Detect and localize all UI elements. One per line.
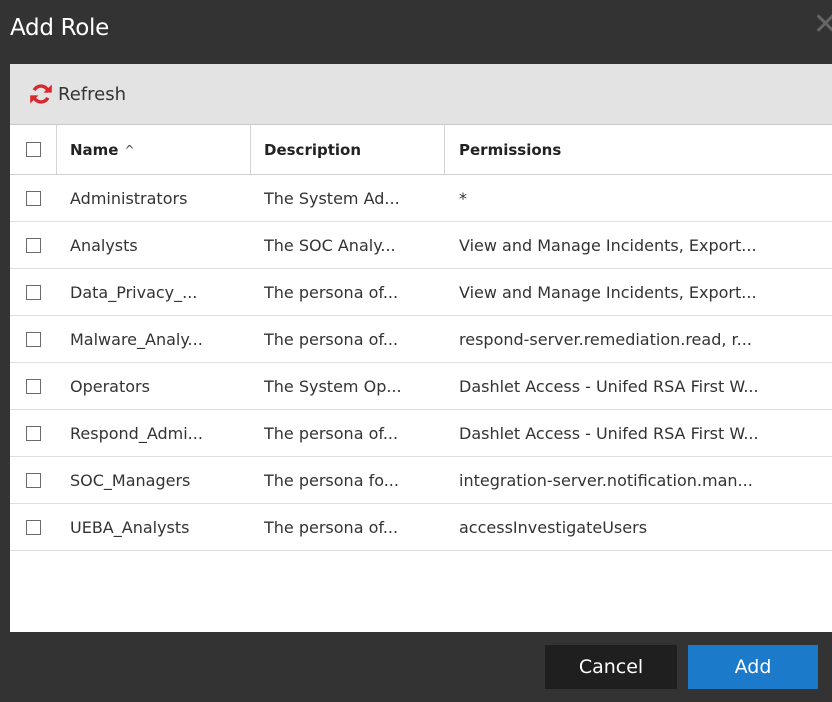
column-divider <box>56 125 57 174</box>
refresh-button[interactable]: Refresh <box>30 80 126 108</box>
row-checkbox[interactable] <box>25 190 41 206</box>
role-permissions: Dashlet Access - Unifed RSA First W... <box>459 376 759 396</box>
role-description: The persona of... <box>264 517 399 537</box>
table-row[interactable]: Administrators The System Ad... * <box>10 175 832 222</box>
column-header-name[interactable]: Name ^ <box>70 125 256 174</box>
role-name: Data_Privacy_... <box>70 282 198 302</box>
column-divider <box>250 125 251 174</box>
header-select-all <box>10 125 56 174</box>
cancel-button[interactable]: Cancel <box>545 645 677 689</box>
role-description: The System Op... <box>264 376 402 396</box>
row-select-cell <box>10 504 56 550</box>
table-row[interactable]: SOC_Managers The persona fo... integrati… <box>10 457 832 504</box>
row-checkbox[interactable] <box>25 331 41 347</box>
role-description: The persona of... <box>264 329 399 349</box>
role-description: The persona of... <box>264 423 399 443</box>
role-description: The persona fo... <box>264 470 399 490</box>
dialog-titlebar: Add Role ✕ <box>0 0 832 64</box>
sort-ascending-icon: ^ <box>124 142 135 157</box>
refresh-icon <box>30 83 52 105</box>
role-permissions: integration-server.notification.man... <box>459 470 753 490</box>
table-row[interactable]: Operators The System Op... Dashlet Acces… <box>10 363 832 410</box>
row-checkbox[interactable] <box>25 425 41 441</box>
role-description: The SOC Analy... <box>264 235 396 255</box>
role-permissions: respond-server.remediation.read, r... <box>459 329 752 349</box>
row-select-cell <box>10 269 56 315</box>
row-checkbox[interactable] <box>25 284 41 300</box>
row-select-cell <box>10 222 56 268</box>
row-select-cell <box>10 363 56 409</box>
column-divider <box>444 125 445 174</box>
dialog-footer: Cancel Add <box>0 632 832 702</box>
table-row[interactable]: Analysts The SOC Analy... View and Manag… <box>10 222 832 269</box>
table-row[interactable]: Malware_Analy... The persona of... respo… <box>10 316 832 363</box>
row-checkbox[interactable] <box>25 378 41 394</box>
role-permissions: accessInvestigateUsers <box>459 517 648 537</box>
row-select-cell <box>10 175 56 221</box>
role-permissions: * <box>459 188 467 208</box>
dialog-title: Add Role <box>10 15 109 41</box>
row-select-cell <box>10 410 56 456</box>
row-select-cell <box>10 457 56 503</box>
toolbar: Refresh <box>10 64 832 125</box>
column-header-permissions[interactable]: Permissions <box>459 125 832 174</box>
dialog-body: Refresh Name ^ Description Permissions A… <box>10 64 832 632</box>
row-checkbox[interactable] <box>25 519 41 535</box>
roles-table: Name ^ Description Permissions Administr… <box>10 125 832 551</box>
add-button[interactable]: Add <box>688 645 818 689</box>
role-name: Respond_Admi... <box>70 423 203 443</box>
role-name: UEBA_Analysts <box>70 517 190 537</box>
role-description: The System Ad... <box>264 188 400 208</box>
role-permissions: View and Manage Incidents, Export... <box>459 235 757 255</box>
row-checkbox[interactable] <box>25 237 41 253</box>
row-checkbox[interactable] <box>25 472 41 488</box>
role-name: Analysts <box>70 235 138 255</box>
row-select-cell <box>10 316 56 362</box>
column-header-description[interactable]: Description <box>264 125 442 174</box>
select-all-checkbox[interactable] <box>25 142 41 157</box>
role-name: SOC_Managers <box>70 470 191 490</box>
add-role-dialog: Add Role ✕ Refresh Name ^ Description Pe… <box>0 0 832 702</box>
role-description: The persona of... <box>264 282 399 302</box>
table-header: Name ^ Description Permissions <box>10 125 832 175</box>
column-header-name-label: Name <box>70 140 119 159</box>
role-permissions: Dashlet Access - Unifed RSA First W... <box>459 423 759 443</box>
table-row[interactable]: Respond_Admi... The persona of... Dashle… <box>10 410 832 457</box>
close-icon[interactable]: ✕ <box>813 10 832 40</box>
refresh-label: Refresh <box>58 83 126 105</box>
table-row[interactable]: UEBA_Analysts The persona of... accessIn… <box>10 504 832 551</box>
role-name: Malware_Analy... <box>70 329 203 349</box>
role-permissions: View and Manage Incidents, Export... <box>459 282 757 302</box>
role-name: Administrators <box>70 188 188 208</box>
role-name: Operators <box>70 376 150 396</box>
table-row[interactable]: Data_Privacy_... The persona of... View … <box>10 269 832 316</box>
